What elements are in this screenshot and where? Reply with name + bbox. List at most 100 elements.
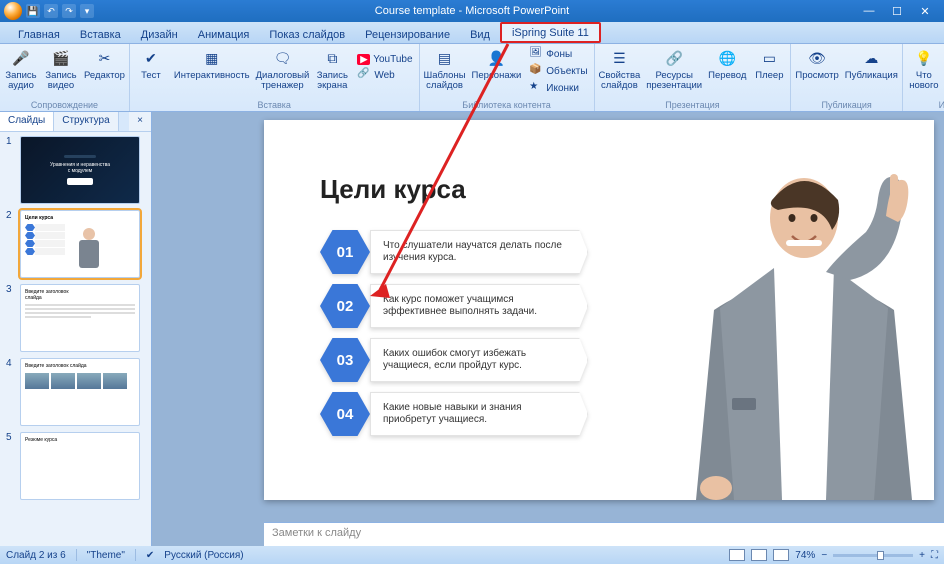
- translate-button[interactable]: 🌐Перевод: [708, 46, 746, 91]
- panel-tab-slides[interactable]: Слайды: [0, 112, 54, 131]
- slide-thumb[interactable]: Введите заголовок слайда: [20, 284, 140, 352]
- tab-review[interactable]: Рецензирование: [355, 26, 460, 43]
- slide-thumb[interactable]: Уравнения и неравенствас модулем: [20, 136, 140, 204]
- publish-button[interactable]: ☁Публикация: [845, 46, 898, 81]
- status-slide: Слайд 2 из 6: [6, 550, 66, 561]
- record-audio-button-icon: 🎤: [9, 46, 33, 70]
- slide-props-button[interactable]: ☰Свойства слайдов: [599, 46, 641, 91]
- backgrounds-button[interactable]: 🖼Фоны: [527, 46, 589, 62]
- tab-insert[interactable]: Вставка: [70, 26, 131, 43]
- zoom-out-button[interactable]: −: [821, 550, 827, 561]
- editor-button-icon: ✂: [92, 46, 116, 70]
- qat-undo-icon[interactable]: ↶: [44, 4, 58, 18]
- view-sorter-button[interactable]: [751, 549, 767, 561]
- goal-number: 01: [320, 230, 370, 274]
- whats-new-button[interactable]: 💡Что нового: [907, 46, 941, 96]
- group-label: Библиотека контента: [424, 100, 590, 110]
- player-button[interactable]: ▭Плеер: [752, 46, 786, 91]
- record-video-button[interactable]: 🎬Запись видео: [44, 46, 78, 91]
- dialog-sim-button-icon: 🗨: [270, 46, 294, 70]
- goal-item[interactable]: 02Как курс поможет учащимся эффективнее …: [320, 284, 588, 328]
- goal-item[interactable]: 04Какие новые навыки и знания приобретут…: [320, 392, 588, 436]
- icons-button-icon: ★: [529, 81, 543, 95]
- tab-view[interactable]: Вид: [460, 26, 500, 43]
- quiz-button[interactable]: ✔Тест: [134, 46, 168, 91]
- quick-access-toolbar: 💾 ↶ ↷ ▾: [26, 4, 94, 18]
- zoom-in-button[interactable]: +: [919, 550, 925, 561]
- characters-button[interactable]: 👤Персонажи: [472, 46, 522, 96]
- status-language[interactable]: Русский (Россия): [164, 550, 243, 561]
- slide-editor[interactable]: Цели курса 01Что слушатели научатся дела…: [152, 112, 944, 546]
- youtube-icon: ▶: [357, 54, 370, 65]
- slide-panel: Слайды Структура × 1 Уравнения и неравен…: [0, 112, 152, 546]
- tab-design[interactable]: Дизайн: [131, 26, 188, 43]
- slide-thumb[interactable]: Резюме курса: [20, 432, 140, 500]
- office-orb[interactable]: [4, 2, 22, 20]
- goal-text: Как курс поможет учащимся эффективнее вы…: [370, 284, 588, 328]
- characters-button-icon: 👤: [484, 46, 508, 70]
- slide-templates-button[interactable]: ▤Шаблоны слайдов: [424, 46, 466, 96]
- backgrounds-button-icon: 🖼: [529, 47, 543, 61]
- ribbon-tabs: Главная Вставка Дизайн Анимация Показ сл…: [0, 22, 944, 44]
- dialog-sim-button[interactable]: 🗨Диалоговый тренажер: [256, 46, 310, 91]
- group-label: Вставка: [134, 100, 415, 110]
- status-theme: "Theme": [87, 550, 125, 561]
- fit-button[interactable]: ⛶: [931, 550, 938, 561]
- thumbnail-list[interactable]: 1 Уравнения и неравенствас модулем 2 Цел…: [0, 132, 151, 546]
- close-button[interactable]: ✕: [916, 5, 934, 18]
- publish-button-icon: ☁: [859, 46, 883, 70]
- youtube-button[interactable]: ▶YouTube: [355, 53, 414, 66]
- notes-pane[interactable]: Заметки к слайду: [264, 522, 944, 546]
- icons-button[interactable]: ★Иконки: [527, 80, 589, 96]
- preview-button[interactable]: 👁Просмотр: [795, 46, 838, 81]
- player-button-icon: ▭: [757, 46, 781, 70]
- goal-item[interactable]: 01Что слушатели научатся делать после из…: [320, 230, 588, 274]
- resources-button-icon: 🔗: [662, 46, 686, 70]
- zoom-value[interactable]: 74%: [795, 550, 815, 561]
- spellcheck-icon[interactable]: ✔: [146, 550, 154, 561]
- quiz-button-icon: ✔: [139, 46, 163, 70]
- goal-item[interactable]: 03Каких ошибок смогут избежать учащиеся,…: [320, 338, 588, 382]
- slide-thumb[interactable]: Цели курса: [20, 210, 140, 278]
- screen-rec-button-icon: ⧉: [320, 46, 344, 70]
- screen-rec-button[interactable]: ⧉Запись экрана: [315, 46, 349, 91]
- web-object-button[interactable]: 🔗Web: [355, 67, 414, 83]
- slide-props-button-icon: ☰: [607, 46, 631, 70]
- record-audio-button[interactable]: 🎤Запись аудио: [4, 46, 38, 91]
- goal-text: Что слушатели научатся делать после изуч…: [370, 230, 588, 274]
- slide-title[interactable]: Цели курса: [320, 174, 466, 205]
- slide-templates-button-icon: ▤: [433, 46, 457, 70]
- preview-button-icon: 👁: [805, 46, 829, 70]
- editor-button[interactable]: ✂Редактор: [84, 46, 125, 91]
- character-image[interactable]: [654, 160, 924, 500]
- whats-new-button-icon: 💡: [912, 46, 936, 70]
- slide-thumb[interactable]: Введите заголовок слайда: [20, 358, 140, 426]
- panel-close-icon[interactable]: ×: [129, 112, 151, 131]
- group-label: Презентация: [599, 100, 787, 110]
- goal-number: 04: [320, 392, 370, 436]
- interaction-button[interactable]: ▦Интерактивность: [174, 46, 250, 91]
- view-normal-button[interactable]: [729, 549, 745, 561]
- zoom-slider[interactable]: [833, 554, 913, 557]
- resources-button[interactable]: 🔗Ресурсы презентации: [646, 46, 702, 91]
- qat-redo-icon[interactable]: ↷: [62, 4, 76, 18]
- tab-home[interactable]: Главная: [8, 26, 70, 43]
- goal-number: 03: [320, 338, 370, 382]
- goal-number: 02: [320, 284, 370, 328]
- panel-tab-outline[interactable]: Структура: [54, 112, 118, 131]
- qat-save-icon[interactable]: 💾: [26, 4, 40, 18]
- interaction-button-icon: ▦: [200, 46, 224, 70]
- group-label: Сопровождение: [4, 100, 125, 110]
- record-video-button-icon: 🎬: [49, 46, 73, 70]
- tab-slideshow[interactable]: Показ слайдов: [259, 26, 355, 43]
- minimize-button[interactable]: —: [860, 5, 878, 18]
- status-bar: Слайд 2 из 6 "Theme" ✔ Русский (Россия) …: [0, 546, 944, 564]
- qat-more-icon[interactable]: ▾: [80, 4, 94, 18]
- slide-canvas[interactable]: Цели курса 01Что слушатели научатся дела…: [264, 120, 934, 500]
- objects-button[interactable]: 📦Объекты: [527, 63, 589, 79]
- maximize-button[interactable]: ☐: [888, 5, 906, 18]
- view-show-button[interactable]: [773, 549, 789, 561]
- tab-ispring[interactable]: iSpring Suite 11: [500, 22, 601, 43]
- tab-animation[interactable]: Анимация: [188, 26, 260, 43]
- goal-text: Каких ошибок смогут избежать учащиеся, е…: [370, 338, 588, 382]
